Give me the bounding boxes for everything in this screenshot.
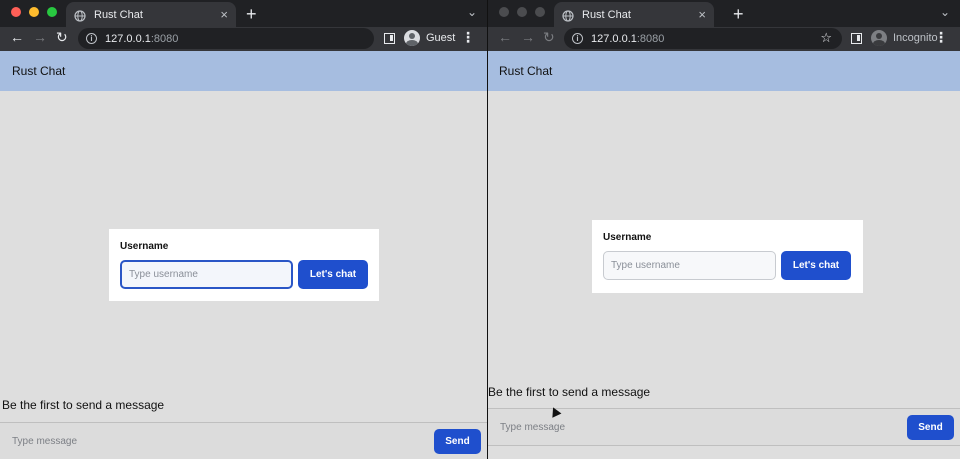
forward-icon[interactable]: → <box>521 29 535 45</box>
forward-icon[interactable]: → <box>33 29 47 45</box>
lets-chat-button[interactable]: Let's chat <box>781 251 851 280</box>
tab-rust-chat[interactable]: Rust Chat × <box>66 2 236 27</box>
close-tab-icon[interactable]: × <box>220 7 228 22</box>
tab-strip: Rust Chat × + ⌄ <box>0 0 487 27</box>
url-text: 127.0.0.1:8080 <box>105 33 178 45</box>
lets-chat-button[interactable]: Let's chat <box>298 260 368 289</box>
profile-button[interactable]: Incognito <box>871 30 938 46</box>
minimize-window-button[interactable] <box>517 7 527 17</box>
reload-icon[interactable]: ↻ <box>56 29 68 46</box>
browser-toolbar: ← → ↻ i 127.0.0.1:8080 ☆ Incognito ⋮ <box>488 27 960 51</box>
login-card: Username Let's chat <box>592 220 863 293</box>
new-tab-icon[interactable]: + <box>246 4 257 25</box>
window-controls <box>11 7 57 17</box>
side-panel-icon[interactable] <box>384 33 395 44</box>
browser-menu-icon[interactable]: ⋮ <box>934 29 948 46</box>
incognito-avatar-icon <box>871 30 887 46</box>
app-title: Rust Chat <box>12 64 66 78</box>
app-header: Rust Chat <box>0 51 487 91</box>
site-info-icon[interactable]: i <box>572 33 583 44</box>
globe-icon <box>74 9 86 22</box>
back-icon[interactable]: ← <box>10 29 24 45</box>
close-window-button[interactable] <box>499 7 509 17</box>
maximize-window-button[interactable] <box>535 7 545 17</box>
username-input[interactable] <box>603 251 776 280</box>
profile-label: Guest <box>426 32 456 44</box>
chat-app: Rust Chat Username Let's chat Be the fir… <box>488 51 960 459</box>
username-input[interactable] <box>120 260 293 289</box>
empty-state-message: Be the first to send a message <box>488 385 651 399</box>
tab-rust-chat[interactable]: Rust Chat × <box>554 2 714 27</box>
send-button[interactable]: Send <box>434 428 481 454</box>
site-info-icon[interactable]: i <box>86 33 97 44</box>
message-input[interactable] <box>500 415 907 439</box>
send-button[interactable]: Send <box>907 414 954 440</box>
username-label: Username <box>120 241 169 252</box>
app-header: Rust Chat <box>488 51 960 91</box>
tab-title: Rust Chat <box>94 8 143 21</box>
tab-title: Rust Chat <box>582 8 631 21</box>
tab-search-chevron-icon[interactable]: ⌄ <box>467 5 477 19</box>
browser-toolbar: ← → ↻ i 127.0.0.1:8080 Guest ⋮ <box>0 27 487 51</box>
chat-app: Rust Chat Username Let's chat Be the fir… <box>0 51 487 459</box>
new-tab-icon[interactable]: + <box>733 4 744 25</box>
url-port: :8080 <box>636 32 665 45</box>
back-icon[interactable]: ← <box>498 29 512 45</box>
side-panel-icon[interactable] <box>851 33 862 44</box>
url-host: 127.0.0.1 <box>591 32 637 45</box>
address-bar[interactable]: i 127.0.0.1:8080 <box>78 28 374 49</box>
empty-state-message: Be the first to send a message <box>2 398 165 412</box>
close-window-button[interactable] <box>11 7 21 17</box>
profile-button[interactable]: Guest <box>404 30 455 46</box>
browser-menu-icon[interactable]: ⋮ <box>461 29 475 46</box>
message-input[interactable] <box>12 429 434 453</box>
username-label: Username <box>603 232 652 243</box>
window-controls <box>499 7 545 17</box>
browser-window-guest: Rust Chat × + ⌄ ← → ↻ i 127.0.0.1:8080 G… <box>0 0 487 459</box>
app-title: Rust Chat <box>499 64 553 78</box>
bookmark-star-icon[interactable]: ☆ <box>820 30 832 46</box>
url-port: :8080 <box>150 32 179 45</box>
maximize-window-button[interactable] <box>47 7 57 17</box>
message-composer: Send <box>0 422 487 459</box>
tab-search-chevron-icon[interactable]: ⌄ <box>940 5 950 19</box>
globe-icon <box>562 9 574 22</box>
address-bar[interactable]: i 127.0.0.1:8080 ☆ <box>564 28 842 49</box>
url-text: 127.0.0.1:8080 <box>591 33 664 45</box>
minimize-window-button[interactable] <box>29 7 39 17</box>
reload-icon[interactable]: ↻ <box>543 29 555 46</box>
profile-label: Incognito <box>893 32 938 44</box>
close-tab-icon[interactable]: × <box>698 7 706 22</box>
login-card: Username Let's chat <box>109 229 379 301</box>
browser-window-incognito: Rust Chat × + ⌄ ← → ↻ i 127.0.0.1:8080 ☆… <box>488 0 960 459</box>
guest-avatar-icon <box>404 30 420 46</box>
tab-strip: Rust Chat × + ⌄ <box>488 0 960 27</box>
url-host: 127.0.0.1 <box>105 32 151 45</box>
